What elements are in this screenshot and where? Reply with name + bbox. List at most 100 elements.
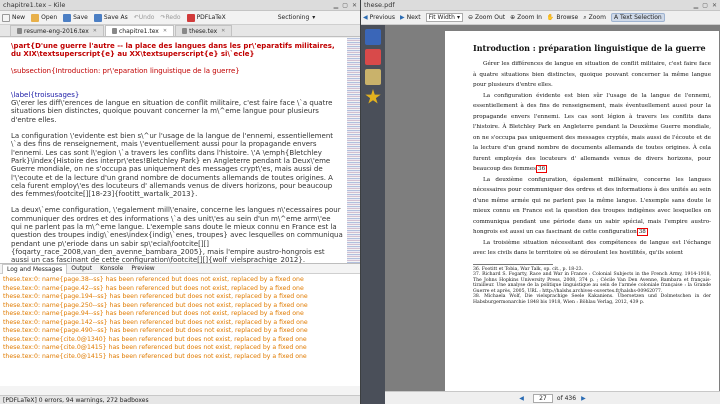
zoom-tool-button[interactable]: ⌕ Zoom: [583, 14, 606, 22]
page-number-input[interactable]: 27: [532, 393, 553, 403]
footnote: 37. Richard S. Fogarty, Race and War in …: [473, 272, 711, 294]
next-label: Next: [406, 14, 421, 21]
undo-button[interactable]: ↶ Undo: [134, 14, 155, 21]
sectioning-dropdown[interactable]: Sectioning ▾: [278, 14, 316, 21]
code-editor[interactable]: \part{D'une guerre l'autre -- la place d…: [0, 38, 347, 263]
code-line: \label{troisusages}: [11, 90, 80, 99]
reviews-icon[interactable]: [365, 69, 381, 85]
redo-label: Redo: [165, 14, 181, 21]
document-view[interactable]: Introduction : préparation linguistique …: [385, 25, 720, 391]
log-message[interactable]: these.tex:0: name{page.94--ss} has been …: [3, 310, 357, 319]
arrow-right-icon: ▶: [399, 14, 405, 21]
maximize-icon[interactable]: ▢: [342, 2, 348, 9]
save-label: Save: [73, 14, 88, 21]
tab-output[interactable]: Output: [67, 264, 96, 274]
editor-tabs: resume-eng-2016.tex ✕ chapitre1.tex ✕ thes…: [0, 25, 360, 37]
summary-text: [PDFLaTeX] 0 errors, 94 warnings, 272 ba…: [3, 396, 149, 404]
tex-file-icon: [112, 28, 117, 34]
save-as-icon: [93, 13, 102, 22]
tab-label: chapitre1.tex: [119, 27, 159, 35]
tab-konsole[interactable]: Konsole: [96, 264, 127, 274]
save-as-button[interactable]: Save As: [93, 13, 128, 22]
text-selection-button[interactable]: A Text Selection: [610, 13, 665, 22]
new-button[interactable]: New: [2, 13, 25, 22]
tex-file-icon: [17, 28, 22, 34]
pdflatex-button[interactable]: PDFLaTeX: [186, 13, 226, 22]
contents-icon[interactable]: [365, 29, 381, 45]
text-selection-label: Text Selection: [620, 14, 662, 21]
browse-button[interactable]: ✋ Browse: [547, 14, 578, 21]
zoom-mode-value: Fit Width: [428, 14, 455, 21]
close-tab-icon[interactable]: ✕: [163, 28, 167, 34]
tab-preview[interactable]: Preview: [127, 264, 158, 274]
tab-these[interactable]: these.tex ✕: [175, 25, 233, 36]
tab-log-and-messages[interactable]: Log and Messages: [2, 263, 68, 274]
log-message[interactable]: these.tex:0: name{cite.0@1415} has been …: [3, 344, 357, 353]
save-as-label: Save As: [103, 14, 128, 21]
redo-button[interactable]: ↷ Redo: [160, 14, 180, 21]
maximize-icon[interactable]: ▢: [702, 2, 708, 9]
paragraph: Gérer les différences de langue en situa…: [473, 61, 711, 88]
kile-titlebar: chapitre1.tex – Kile ▁ ▢ ✕: [0, 0, 360, 11]
arrow-left-icon: ◀: [363, 14, 368, 21]
log-message[interactable]: these.tex:0: name{page.250--ss} has been…: [3, 302, 357, 311]
log-message[interactable]: these.tex:0: name{page.142--ss} has been…: [3, 319, 357, 328]
code-line: La deux\`eme configuration, \'egalement …: [11, 206, 346, 263]
code-line: \part{D'une guerre l'autre -- la place d…: [11, 42, 338, 59]
zoom-in-label: Zoom In: [517, 14, 542, 21]
pdf-page: Introduction : préparation linguistique …: [445, 31, 719, 391]
open-label: Open: [41, 14, 58, 21]
zoom-out-button[interactable]: ⊖ Zoom Out: [468, 14, 505, 21]
close-tab-icon[interactable]: ✕: [93, 28, 97, 34]
text-cursor-icon: A: [613, 14, 619, 21]
zoom-in-button[interactable]: ⊕ Zoom In: [510, 14, 542, 21]
bookmarks-icon[interactable]: [365, 89, 381, 104]
log-message[interactable]: these.tex:0: name{page.38--ss} has been …: [3, 276, 357, 285]
log-message[interactable]: these.tex:0: name{page.194--ss} has been…: [3, 293, 357, 302]
log-message[interactable]: these.tex:0: name{page.490--ss} has been…: [3, 327, 357, 336]
new-file-icon: [2, 13, 10, 22]
section-heading: Introduction : préparation linguistique …: [473, 43, 706, 53]
close-icon[interactable]: ✕: [352, 2, 357, 9]
footnote-rule: [473, 263, 553, 265]
minimize-icon[interactable]: ▁: [694, 2, 699, 9]
thumbnails-icon[interactable]: [365, 49, 381, 65]
next-button[interactable]: ▶ Next: [400, 14, 421, 21]
code-line: \subsection{Introduction: pr\'eparation …: [11, 66, 240, 75]
previous-page-icon[interactable]: ◀: [519, 395, 524, 402]
log-message[interactable]: these.tex:0: name{cite.0@1415} has been …: [3, 353, 357, 362]
okular-toolbar: ◀ Previous ▶ Next Fit Width ▾ ⊖ Zoom Out ⊕ Zo…: [361, 11, 720, 25]
okular-sidebar: [361, 25, 385, 404]
footnote-link[interactable]: 38: [636, 228, 648, 236]
chevron-down-icon: ▾: [312, 14, 316, 21]
tab-chapitre1[interactable]: chapitre1.tex ✕: [105, 25, 175, 36]
paragraph: La configuration évidente est bien sûr l…: [473, 91, 711, 175]
page-total: of 436: [556, 394, 577, 402]
open-button[interactable]: Open: [31, 13, 58, 22]
zoom-mode-select[interactable]: Fit Width ▾: [425, 13, 463, 22]
previous-button[interactable]: ◀ Previous: [363, 14, 395, 21]
zoom-out-icon: ⊖: [467, 14, 474, 21]
log-message[interactable]: these.tex:0: name{page.42--ss} has been …: [3, 285, 357, 294]
close-tab-icon[interactable]: ✕: [221, 28, 225, 34]
tab-resume[interactable]: resume-eng-2016.tex ✕: [10, 25, 104, 36]
save-button[interactable]: Save: [63, 13, 88, 22]
next-page-icon[interactable]: ▶: [581, 395, 586, 402]
paragraph: La deuxième configuration, également mil…: [473, 175, 711, 238]
editor-minimap[interactable]: [347, 38, 360, 263]
close-icon[interactable]: ✕: [712, 2, 717, 9]
log-panel-tabs: Log and Messages Output Konsole Preview: [0, 263, 360, 274]
footnote: 38. Michaela Wolf, Die vielsprachige See…: [473, 294, 711, 306]
zoom-out-label: Zoom Out: [475, 14, 506, 21]
zoom-in-icon: ⊕: [510, 14, 516, 21]
code-line: G\'erer les diff\'erences de langue en s…: [11, 99, 335, 124]
window-title: chapitre1.tex – Kile: [3, 1, 66, 9]
log-message[interactable]: these.tex:0: name{cite.0@1340} has been …: [3, 336, 357, 345]
minimize-icon[interactable]: ▁: [334, 2, 339, 9]
magnifier-icon: ⌕: [583, 13, 587, 21]
footnote-link[interactable]: 36: [536, 165, 548, 173]
message-list[interactable]: these.tex:0: name{page.38--ss} has been …: [0, 274, 360, 386]
paragraph-text: La deuxième configuration, également mil…: [473, 176, 711, 236]
